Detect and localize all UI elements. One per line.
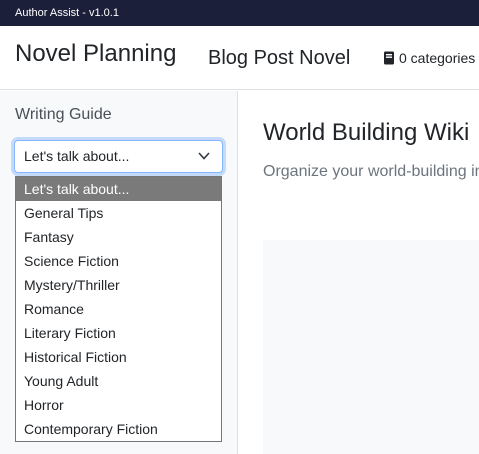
option-general-tips[interactable]: General Tips bbox=[16, 201, 221, 225]
option-lets-talk-about[interactable]: Let's talk about... bbox=[16, 177, 221, 201]
top-navbar: Novel Planning Blog Post Novel 0 categor… bbox=[0, 26, 479, 90]
select-value: Let's talk about... bbox=[24, 148, 130, 164]
brand-title[interactable]: Novel Planning bbox=[15, 40, 176, 68]
wiki-content-panel bbox=[263, 240, 479, 454]
option-romance[interactable]: Romance bbox=[16, 297, 221, 321]
project-name[interactable]: Blog Post Novel bbox=[208, 47, 350, 70]
writing-guide-options: Let's talk about... General Tips Fantasy… bbox=[15, 176, 222, 442]
option-horror[interactable]: Horror bbox=[16, 393, 221, 417]
option-fantasy[interactable]: Fantasy bbox=[16, 225, 221, 249]
page-subtitle: Organize your world-building information bbox=[263, 163, 479, 180]
categories-count: 0 categories bbox=[399, 50, 476, 66]
option-science-fiction[interactable]: Science Fiction bbox=[16, 249, 221, 273]
sidebar-title: Writing Guide bbox=[15, 106, 112, 123]
chevron-down-icon bbox=[198, 152, 210, 160]
option-contemporary-fiction[interactable]: Contemporary Fiction bbox=[16, 417, 221, 441]
writing-guide-select[interactable]: Let's talk about... bbox=[14, 140, 223, 173]
option-mystery-thriller[interactable]: Mystery/Thriller bbox=[16, 273, 221, 297]
app-title: Author Assist - v1.0.1 bbox=[15, 7, 119, 19]
window-titlebar: Author Assist - v1.0.1 bbox=[0, 0, 479, 26]
option-literary-fiction[interactable]: Literary Fiction bbox=[16, 321, 221, 345]
option-young-adult[interactable]: Young Adult bbox=[16, 369, 221, 393]
sidebar: Writing Guide Let's talk about... Let's … bbox=[0, 91, 238, 454]
page-title: World Building Wiki bbox=[263, 119, 470, 146]
option-historical-fiction[interactable]: Historical Fiction bbox=[16, 345, 221, 369]
categories-link[interactable]: 0 categories bbox=[383, 50, 475, 66]
book-icon bbox=[384, 51, 394, 65]
main-content: World Building Wiki Organize your world-… bbox=[239, 91, 479, 454]
